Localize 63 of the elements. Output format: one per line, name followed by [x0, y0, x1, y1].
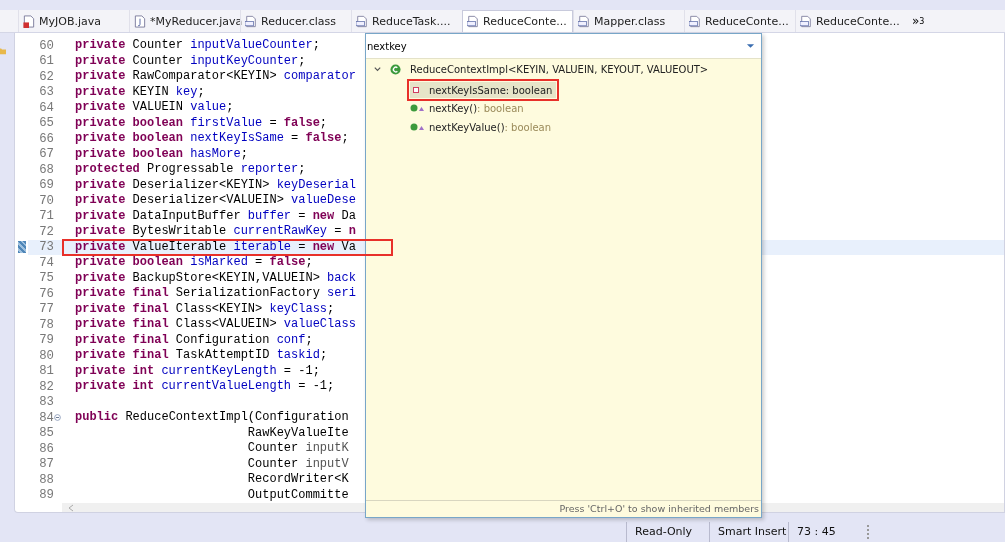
code-line: protected Progressable reporter;: [75, 163, 306, 177]
code-line: private ValueIterable iterable = new Va: [75, 240, 356, 254]
code-line: private final Configuration conf;: [75, 333, 313, 347]
line-number: 76: [38, 286, 54, 301]
line-number: 87: [38, 457, 54, 472]
code-line: RecordWriter<K: [246, 473, 349, 487]
code-line: private Counter inputKeyCounter;: [75, 54, 306, 68]
line-number: 67: [38, 147, 54, 162]
code-line: private Deserializer<KEYIN> keyDeserial: [75, 178, 356, 192]
line-number: 77: [38, 302, 54, 317]
hint-text: Press 'Ctrl+O' to show inherited members: [366, 500, 761, 517]
status-field: 73 : 45: [788, 522, 867, 542]
line-number: 66: [38, 131, 54, 146]
line-number: 84: [38, 410, 54, 425]
code-line: Counter inputK: [246, 442, 349, 456]
code-line: RawKeyValueIte: [246, 426, 349, 440]
code-line: private boolean isMarked = false;: [75, 256, 313, 270]
line-number: 75: [38, 271, 54, 286]
code-line: private BackupStore<KEYIN,VALUEIN> back: [75, 271, 356, 285]
code-line: private VALUEIN value;: [75, 101, 234, 115]
code-line: public ReduceContextImpl(Configuration: [75, 411, 349, 425]
line-number: 64: [38, 100, 54, 115]
code-line: private BytesWritable currentRawKey = n: [75, 225, 356, 239]
line-number: 61: [38, 54, 54, 69]
status-field: Read-Only: [626, 522, 709, 542]
line-number: 72: [38, 224, 54, 239]
line-number: 74: [38, 255, 54, 270]
code-line: private boolean hasMore;: [75, 147, 248, 161]
line-number: 68: [38, 162, 54, 177]
status-field: Smart Insert: [709, 522, 788, 542]
code-line: private int currentKeyLength = -1;: [75, 364, 320, 378]
code-line: private int currentValueLength = -1;: [75, 380, 335, 394]
code-line: Counter inputV: [246, 457, 349, 471]
line-number: 88: [38, 472, 54, 487]
line-number: 60: [38, 38, 54, 53]
code-line: private RawComparator<KEYIN> comparator: [75, 70, 356, 84]
line-number: 86: [38, 441, 54, 456]
line-number: 78: [38, 317, 54, 332]
line-number: 62: [38, 69, 54, 84]
line-number: 73: [38, 240, 54, 255]
line-number: 89: [38, 488, 54, 503]
line-number: 71: [38, 209, 54, 224]
line-number: 81: [38, 364, 54, 379]
code-line: private boolean nextKeyIsSame = false;: [75, 132, 349, 146]
line-number: 63: [38, 85, 54, 100]
line-number: 83: [38, 395, 54, 410]
line-number: 80: [38, 348, 54, 363]
line-number: 69: [38, 178, 54, 193]
code-line: private final Class<VALUEIN> valueClass: [75, 318, 356, 332]
code-line: private Counter inputValueCounter;: [75, 39, 320, 53]
line-number: 65: [38, 116, 54, 131]
code-line: private KEYIN key;: [75, 85, 205, 99]
line-number: 70: [38, 193, 54, 208]
code-line: private final Class<KEYIN> keyClass;: [75, 302, 335, 316]
line-number: 82: [38, 379, 54, 394]
code-line: private Deserializer<VALUEIN> valueDese: [75, 194, 356, 208]
code-line: private final TaskAttemptID taskid;: [75, 349, 328, 363]
code-line: private final SerializationFactory seri: [75, 287, 356, 301]
code-line: private DataInputBuffer buffer = new Da: [75, 209, 356, 223]
code-line: private boolean firstValue = false;: [75, 116, 328, 130]
line-number: 79: [38, 333, 54, 348]
line-number: 85: [38, 426, 54, 441]
code-line: OutputCommitte: [246, 488, 349, 502]
